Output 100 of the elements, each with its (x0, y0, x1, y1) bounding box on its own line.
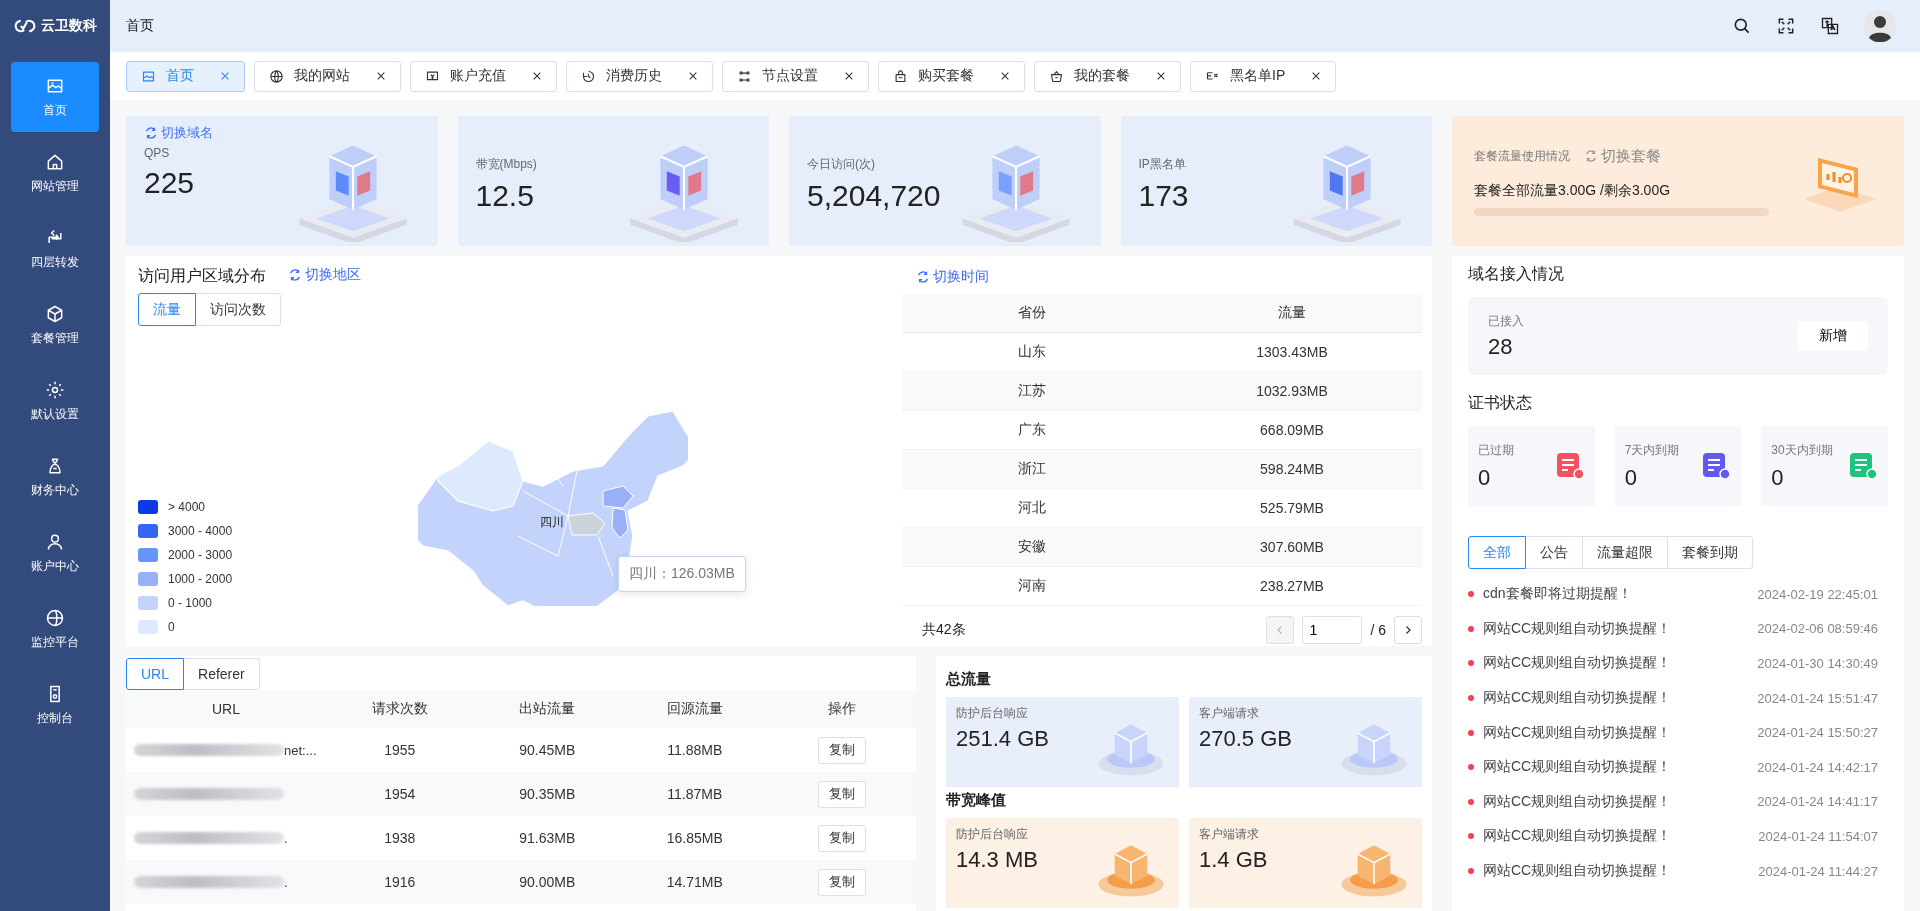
notice-time: 2024-01-24 11:54:07 (1758, 828, 1878, 844)
column-header: 操作 (827, 700, 858, 718)
stat-label: QPS (144, 146, 171, 160)
table-cell-text: 河南 (1017, 577, 1047, 595)
legend-label: 3000 - 4000 (168, 524, 233, 538)
url-text: . (284, 874, 288, 890)
stat-value: 173 (1138, 179, 1189, 213)
sidebar-item[interactable]: 套餐管理 (11, 290, 99, 360)
bullet-dot (1468, 625, 1474, 632)
copy-button[interactable]: 复制 (818, 780, 867, 808)
page-tab[interactable]: 购买套餐 (878, 60, 1025, 92)
notice-link[interactable]: cdn套餐即将过期提醒！ (1483, 585, 1758, 604)
sidebar-item[interactable]: 四层转发 (11, 214, 99, 284)
table-cell-text: 598.24MB (1259, 461, 1325, 477)
close-icon[interactable] (1000, 71, 1010, 81)
notice-time: 2024-02-06 08:59:46 (1757, 621, 1878, 637)
table-cell-text: 668.09MB (1259, 422, 1325, 438)
tab-icon (581, 68, 596, 84)
notice-link[interactable]: 网站CC规则组自动切换提醒！ (1483, 689, 1758, 708)
cert-count: 0 (1624, 464, 1638, 491)
notice-link[interactable]: 网站CC规则组自动切换提醒！ (1483, 792, 1758, 811)
map-tooltip: 四川：126.03MB (618, 556, 746, 592)
table-cell-text: 1303.43MB (1255, 344, 1329, 360)
nav-icon (45, 379, 65, 400)
legend-swatch[interactable] (138, 524, 158, 538)
bullet-dot (1468, 764, 1474, 771)
table-cell-text: 11.88MB (666, 742, 724, 758)
legend-swatch[interactable] (138, 596, 158, 610)
table-cell-text: 307.60MB (1259, 539, 1325, 555)
sidebar-item[interactable]: 网站管理 (11, 138, 99, 208)
stat-label: 带宽(Mbps) (475, 156, 537, 173)
close-icon[interactable] (1156, 71, 1166, 81)
close-icon[interactable] (376, 71, 386, 81)
notice-link[interactable]: 网站CC规则组自动切换提醒！ (1483, 862, 1759, 881)
traffic-label: 客户端请求 (1199, 826, 1260, 843)
domain-label: 已接入 (1488, 312, 1524, 330)
close-icon[interactable] (1311, 71, 1322, 81)
legend-swatch[interactable] (138, 548, 158, 562)
section-title: 带宽峰值 (946, 791, 1007, 810)
stat-label: IP黑名单 (1138, 156, 1187, 173)
page-count: / 6 (1370, 622, 1386, 638)
sidebar-item[interactable]: 账户中心 (11, 518, 99, 588)
legend-swatch[interactable] (138, 572, 158, 586)
notice-link[interactable]: 网站CC规则组自动切换提醒！ (1483, 827, 1759, 846)
sidebar-item[interactable]: 监控平台 (11, 594, 99, 664)
legend-swatch[interactable] (138, 620, 158, 634)
switch-time-link[interactable]: 切换时间 (916, 268, 989, 286)
notice-tab[interactable]: 公告 (1525, 536, 1583, 569)
chevron-right-icon (1403, 625, 1413, 635)
search-icon[interactable] (1732, 16, 1752, 36)
legend-swatch[interactable] (138, 500, 158, 514)
notice-link[interactable]: 网站CC规则组自动切换提醒！ (1483, 619, 1758, 638)
traffic-value: 270.5 GB (1199, 726, 1292, 752)
mode-toggle[interactable]: 访问次数 (195, 293, 281, 326)
translate-icon[interactable] (1820, 16, 1840, 36)
refresh-icon (916, 270, 930, 284)
notice-link[interactable]: 网站CC规则组自动切换提醒！ (1483, 758, 1758, 777)
fullscreen-icon[interactable] (1776, 16, 1796, 36)
cert-label: 30天内到期 (1771, 441, 1833, 459)
sidebar-item[interactable]: 默认设置 (11, 366, 99, 436)
notice-tab[interactable]: 套餐到期 (1667, 536, 1753, 569)
page-input[interactable]: 1 (1302, 616, 1363, 644)
table-cell-text: 江苏 (1017, 382, 1047, 400)
add-button[interactable]: 新增 (1798, 321, 1868, 351)
mode-toggle[interactable]: 流量 (138, 293, 196, 326)
close-icon[interactable] (688, 71, 698, 81)
table-cell-text: 1032.93MB (1255, 383, 1329, 399)
traffic-label: 防护后台响应 (956, 705, 1029, 722)
page-tab[interactable]: 黑名单IP (1190, 60, 1337, 92)
notice-link[interactable]: 网站CC规则组自动切换提醒！ (1483, 654, 1758, 673)
column-header: 省份 (1017, 304, 1047, 322)
sidebar-item[interactable]: 财务中心 (11, 442, 99, 512)
close-icon[interactable] (532, 71, 542, 81)
page-tab[interactable]: 节点设置 (722, 60, 869, 92)
close-icon[interactable] (844, 71, 854, 81)
copy-button[interactable]: 复制 (818, 824, 867, 852)
table-tab[interactable]: Referer (183, 658, 260, 690)
notice-link[interactable]: 网站CC规则组自动切换提醒！ (1483, 723, 1758, 742)
page-tab[interactable]: 我的网站 (254, 60, 401, 92)
page-tab[interactable]: 账户充值 (410, 60, 557, 92)
copy-button[interactable]: 复制 (818, 736, 867, 764)
table-cell-text: 1955 (383, 742, 417, 758)
tab-icon (1049, 68, 1064, 84)
copy-button[interactable]: 复制 (818, 868, 867, 896)
switch-region-link[interactable]: 切换地区 (288, 266, 361, 284)
notice-tab[interactable]: 全部 (1468, 536, 1526, 569)
notice-time: 2024-01-24 14:42:17 (1757, 759, 1878, 775)
notice-time: 2024-01-24 15:51:47 (1757, 690, 1878, 706)
switch-link[interactable]: 切换域名 (144, 124, 213, 142)
table-cell-text: 238.27MB (1259, 578, 1325, 594)
avatar-icon[interactable] (1864, 10, 1896, 42)
notice-tab[interactable]: 流量超限 (1582, 536, 1668, 569)
page-tab[interactable]: 我的套餐 (1034, 60, 1181, 92)
table-cell-text: 525.79MB (1259, 500, 1325, 516)
sidebar-item[interactable]: 控制台 (11, 670, 99, 740)
table-tab[interactable]: URL (126, 658, 184, 690)
bullet-dot (1468, 868, 1474, 875)
cert-count: 0 (1771, 464, 1785, 491)
cert-label: 7天内到期 (1624, 441, 1680, 459)
page-tab[interactable]: 消费历史 (566, 60, 713, 92)
